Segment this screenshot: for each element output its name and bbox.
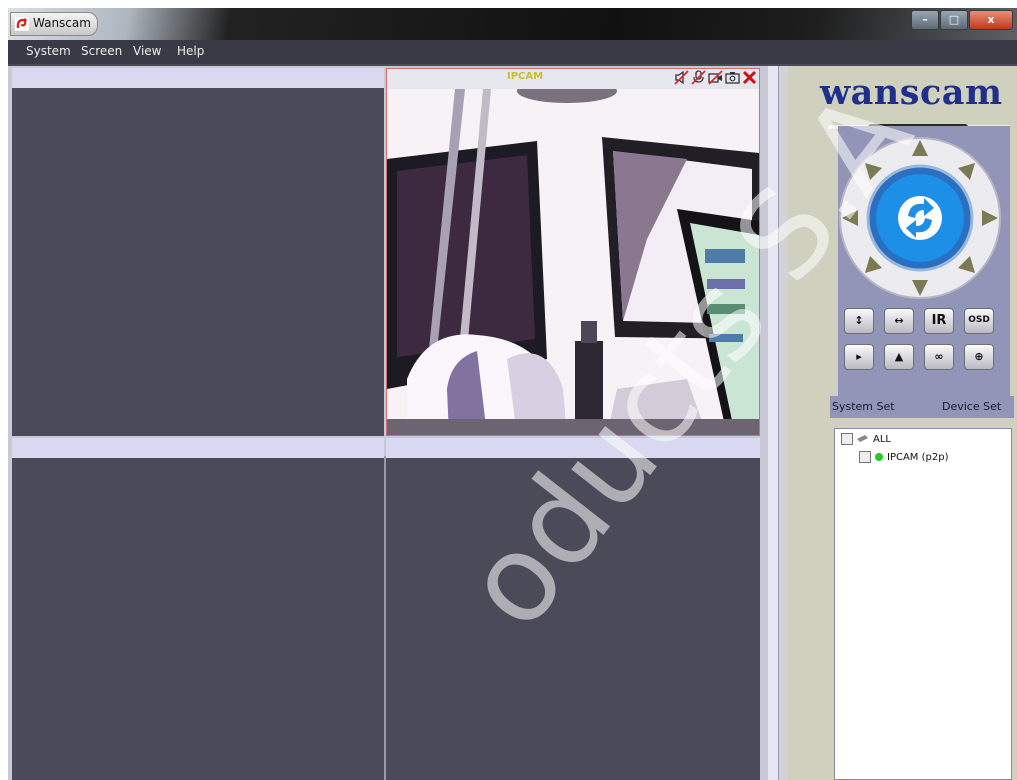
pane-divider [384, 456, 386, 780]
menu-view[interactable]: View [133, 44, 161, 58]
brand-logo: wanscam [820, 72, 1003, 113]
ptz-direction-pad[interactable] [838, 136, 1002, 300]
content-area: IPCAM wanscam ↕ ↔ IR OSD ▸ ▲ ∞ ⊕ System … [8, 66, 1017, 780]
mute-audio-icon[interactable] [674, 70, 689, 85]
control-panel: wanscam ↕ ↔ IR OSD ▸ ▲ ∞ ⊕ System Set De… [768, 66, 1017, 780]
title-bar[interactable]: Wanscam – □ x [8, 8, 1017, 40]
close-button[interactable]: x [969, 10, 1013, 30]
menu-bar: System Screen View Help [8, 40, 1017, 64]
camera-label: IPCAM [507, 71, 544, 82]
app-title-tab: Wanscam [10, 12, 98, 36]
main-window: Wanscam – □ x System Screen View Help IP… [8, 8, 1017, 780]
control-panel-inner: wanscam ↕ ↔ IR OSD ▸ ▲ ∞ ⊕ System Set De… [788, 66, 1017, 780]
tree-root-label: ALL [873, 433, 891, 445]
video-pane-4[interactable] [386, 438, 760, 780]
horizontal-patrol-button[interactable]: ↔ [884, 308, 914, 334]
app-logo-icon [15, 17, 29, 31]
talk-icon[interactable] [691, 70, 706, 85]
video-pane-header [12, 68, 384, 88]
mirror-button[interactable]: ▲ [884, 344, 914, 370]
video-pane-2[interactable]: IPCAM [386, 68, 760, 436]
panel-splitter[interactable] [768, 66, 779, 780]
ir-button[interactable]: IR [924, 308, 954, 334]
tree-device-item[interactable]: IPCAM (p2p) [859, 451, 948, 463]
device-tree: ALL IPCAM (p2p) [834, 428, 1012, 780]
flip-button[interactable]: ▸ [844, 344, 874, 370]
online-status-icon [875, 453, 883, 461]
snapshot-icon[interactable] [725, 70, 740, 85]
camera-group-icon [857, 435, 868, 442]
video-pane-header [386, 438, 760, 458]
device-name: IPCAM (p2p) [887, 451, 949, 463]
video-pane-header [12, 438, 384, 458]
device-set-link[interactable]: Device Set [942, 400, 1001, 413]
settings-links: System Set Device Set [830, 396, 1014, 418]
device-checkbox[interactable] [859, 451, 871, 463]
system-set-link[interactable]: System Set [832, 400, 895, 413]
menu-system[interactable]: System [26, 44, 71, 58]
record-icon[interactable] [708, 70, 723, 85]
video-pane-3[interactable] [12, 438, 384, 780]
vertical-patrol-button[interactable]: ↕ [844, 308, 874, 334]
close-icon[interactable] [742, 70, 757, 85]
camera-feed [387, 89, 759, 435]
tree-root[interactable]: ALL [841, 433, 891, 445]
video-pane-1[interactable] [12, 68, 384, 436]
center-button[interactable]: ⊕ [964, 344, 994, 370]
maximize-button[interactable]: □ [940, 10, 968, 30]
cruise-button[interactable]: ∞ [924, 344, 954, 370]
refresh-icon [898, 196, 942, 240]
window-controls: – □ x [911, 10, 1013, 30]
camera-toolbar [674, 70, 757, 85]
menu-help[interactable]: Help [177, 44, 204, 58]
video-pane-header: IPCAM [387, 69, 759, 89]
menu-screen[interactable]: Screen [81, 44, 122, 58]
video-pane-body [386, 458, 760, 780]
minimize-button[interactable]: – [911, 10, 939, 30]
video-pane-body [12, 88, 384, 436]
osd-button[interactable]: OSD [964, 308, 994, 334]
root-checkbox[interactable] [841, 433, 853, 445]
video-pane-body [12, 458, 384, 780]
window-title: Wanscam [33, 16, 91, 30]
